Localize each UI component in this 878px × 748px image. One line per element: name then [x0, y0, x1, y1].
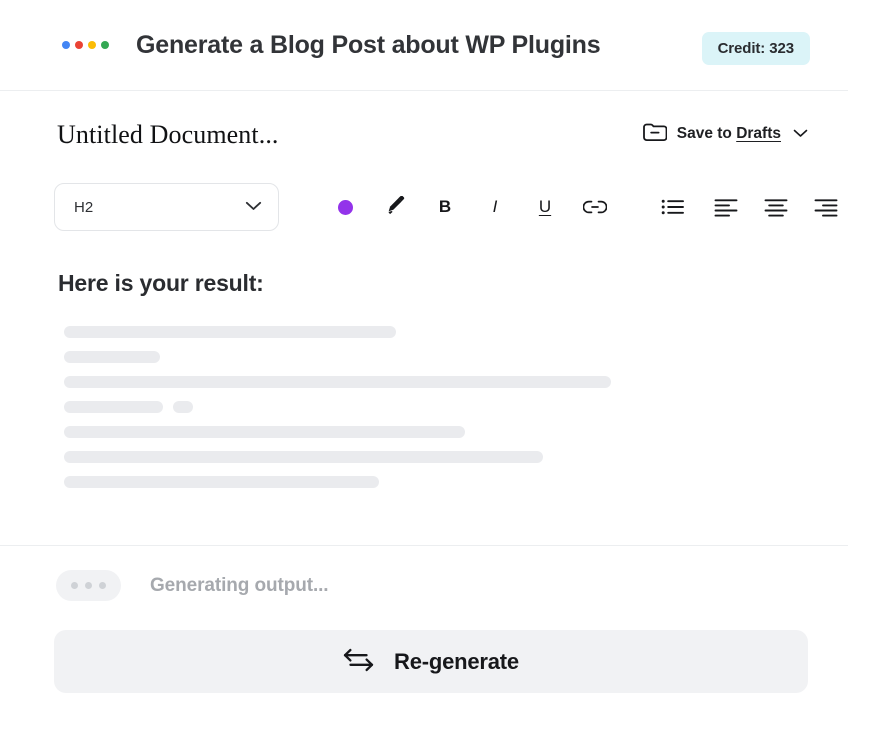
- text-color-swatch[interactable]: [320, 184, 370, 230]
- regenerate-label: Re-generate: [394, 649, 519, 675]
- typing-dot-3: [99, 582, 106, 589]
- logo-dot-blue: [62, 41, 70, 49]
- bold-button[interactable]: B: [420, 184, 470, 230]
- app-window: Generate a Blog Post about WP Plugins Cr…: [0, 0, 878, 748]
- save-to-control[interactable]: Save to Drafts: [642, 120, 808, 148]
- logo-dot-yellow: [88, 41, 96, 49]
- save-to-label: Save to Drafts: [677, 125, 781, 143]
- result-heading: Here is your result:: [58, 270, 264, 297]
- text-style-select[interactable]: H2: [54, 183, 279, 231]
- chevron-down-icon: [245, 198, 262, 216]
- skeleton-bar: [64, 376, 611, 388]
- skeleton-row: [64, 376, 764, 388]
- italic-button[interactable]: I: [470, 184, 520, 230]
- align-left-icon[interactable]: [701, 184, 751, 230]
- align-center-icon[interactable]: [751, 184, 801, 230]
- content-skeleton: [64, 326, 764, 501]
- format-tool-group: B I U: [320, 169, 851, 245]
- skeleton-bar: [64, 451, 543, 463]
- chevron-down-icon[interactable]: [793, 125, 808, 143]
- skeleton-bar: [173, 401, 193, 413]
- app-logo: [62, 41, 109, 49]
- text-style-value: H2: [74, 199, 245, 216]
- skeleton-bar: [64, 476, 379, 488]
- app-header: Generate a Blog Post about WP Plugins Cr…: [0, 0, 848, 91]
- folder-minus-icon: [642, 121, 667, 148]
- skeleton-bar: [64, 326, 396, 338]
- typing-indicator: [56, 570, 121, 601]
- status-text: Generating output...: [150, 575, 329, 597]
- skeleton-row: [64, 426, 764, 438]
- logo-dot-red: [75, 41, 83, 49]
- skeleton-row: [64, 476, 764, 488]
- bullet-list-icon[interactable]: [648, 184, 698, 230]
- logo-dot-green: [101, 41, 109, 49]
- document-title-row: Untitled Document... Save to Drafts: [0, 91, 848, 169]
- link-icon[interactable]: [570, 184, 620, 230]
- regenerate-button[interactable]: Re-generate: [54, 630, 808, 693]
- skeleton-row: [64, 351, 764, 363]
- editor-toolbar: H2 B I U: [0, 169, 848, 245]
- skeleton-bar: [64, 351, 160, 363]
- skeleton-row: [64, 451, 764, 463]
- document-title[interactable]: Untitled Document...: [57, 120, 279, 150]
- save-to-prefix: Save to: [677, 125, 736, 142]
- editor-body[interactable]: Here is your result:: [0, 245, 848, 546]
- swap-arrows-icon: [343, 647, 374, 676]
- typing-dot-2: [85, 582, 92, 589]
- underline-button[interactable]: U: [520, 184, 570, 230]
- align-right-icon[interactable]: [801, 184, 851, 230]
- generation-footer: Generating output... Re-generate: [0, 546, 848, 748]
- skeleton-row: [64, 326, 764, 338]
- highlighter-icon[interactable]: [370, 184, 420, 230]
- skeleton-bar: [64, 401, 163, 413]
- skeleton-bar: [64, 426, 465, 438]
- skeleton-row: [64, 401, 764, 413]
- credit-badge: Credit: 323: [702, 32, 810, 65]
- save-to-target: Drafts: [736, 125, 781, 142]
- page-title: Generate a Blog Post about WP Plugins: [136, 31, 600, 60]
- generation-status: Generating output...: [56, 570, 329, 601]
- typing-dot-1: [71, 582, 78, 589]
